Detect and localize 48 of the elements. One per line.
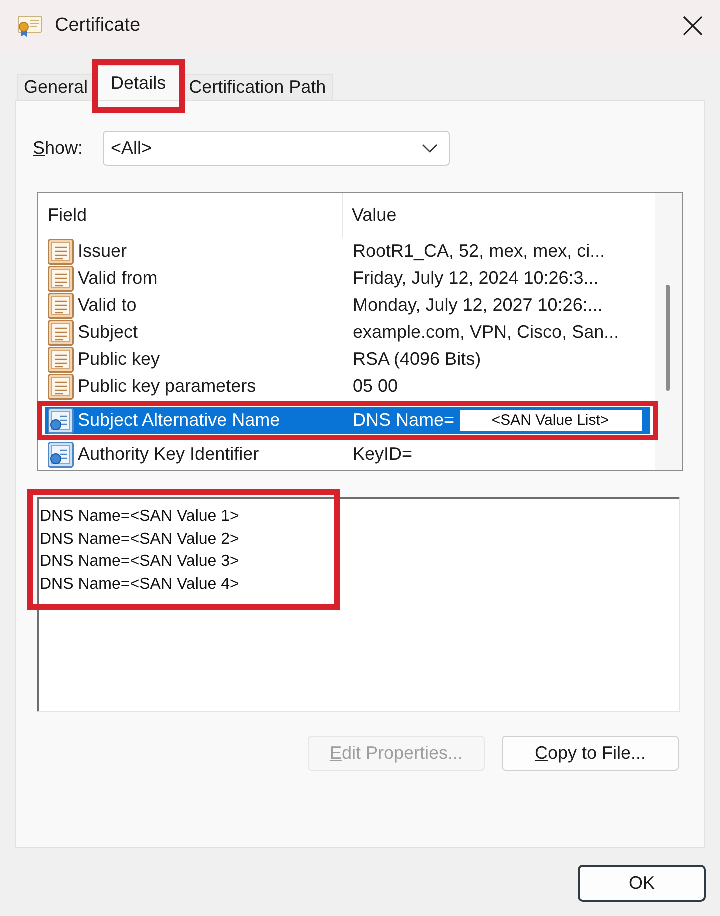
detail-line: DNS Name=<SAN Value 2> [40,530,240,550]
list-row[interactable]: Valid from Friday, July 12, 2024 10:26:3... [45,265,650,292]
list-row[interactable]: Subject example.com, VPN, Cisco, San... [45,319,650,346]
value-label: <SAN Value List> [460,410,642,431]
field-value: RSA (4096 Bits) [353,349,482,370]
show-label: Show: [33,138,84,159]
list-row[interactable]: Subject Alternative Name DNS Name= <SAN Value List> [45,407,650,434]
field-value: Friday, July 12, 2024 10:26:3... [353,268,599,289]
field-name: Valid to [78,295,137,316]
detail-line: DNS Name=<SAN Value 4> [40,574,240,594]
document-lines-icon [48,292,74,318]
list-row[interactable]: Issuer RootR1_CA, 52, mex, mex, ci... [45,238,650,265]
list-row[interactable]: Public key RSA (4096 Bits) [45,346,650,373]
tab[interactable]: Certification Path [182,74,334,100]
field-name: Public key [78,349,160,370]
tab[interactable]: Details [97,65,180,100]
close-button[interactable] [683,16,703,36]
field-value: example.com, VPN, Cisco, San... [353,322,620,343]
document-lines-icon [48,374,74,400]
copy-to-file-button[interactable]: Copy to File... [502,736,679,771]
field-name: Authority Key Identifier [78,444,260,465]
document-lines-icon [48,346,74,372]
ok-button[interactable]: OK [578,865,706,902]
window-title: Certificate [55,15,142,37]
field-name: Valid from [78,268,158,289]
details-text-area[interactable]: DNS Name=<SAN Value 1> DNS Name=<SAN Value 2> DNS Name=<SAN Value 3> DNS Name=<SAN Value 4> [37,497,680,712]
close-icon [683,16,703,36]
field-value: 05 00 [353,376,398,397]
field-value: RootR1_CA, 52, mex, mex, ci... [353,241,606,262]
field-name: Subject Alternative Name [78,410,280,431]
detail-line: DNS Name=<SAN Value 1> [40,507,240,527]
field-name: Public key parameters [78,376,256,397]
certificate-icon [18,15,42,37]
scrollbar-thumb[interactable] [666,285,670,391]
document-lines-icon [48,320,74,346]
list-row[interactable]: Public key parameters 05 00 [45,373,650,400]
detail-line: DNS Name=<SAN Value 3> [40,552,240,572]
list-row[interactable]: Valid to Monday, July 12, 2027 10:26:... [45,292,650,319]
document-lines-icon [48,266,74,292]
field-name: Issuer [78,241,128,262]
show-dropdown[interactable]: <All> [103,131,450,166]
list-row[interactable]: Authority Key Identifier KeyID= [45,441,650,468]
document-lines-icon [48,238,74,264]
chevron-down-icon [422,144,438,153]
field-value: KeyID= [353,444,413,465]
field-value: DNS Name= [353,410,455,431]
field-name: Subject [78,322,138,343]
field-value: Monday, July 12, 2027 10:26:... [353,295,603,316]
